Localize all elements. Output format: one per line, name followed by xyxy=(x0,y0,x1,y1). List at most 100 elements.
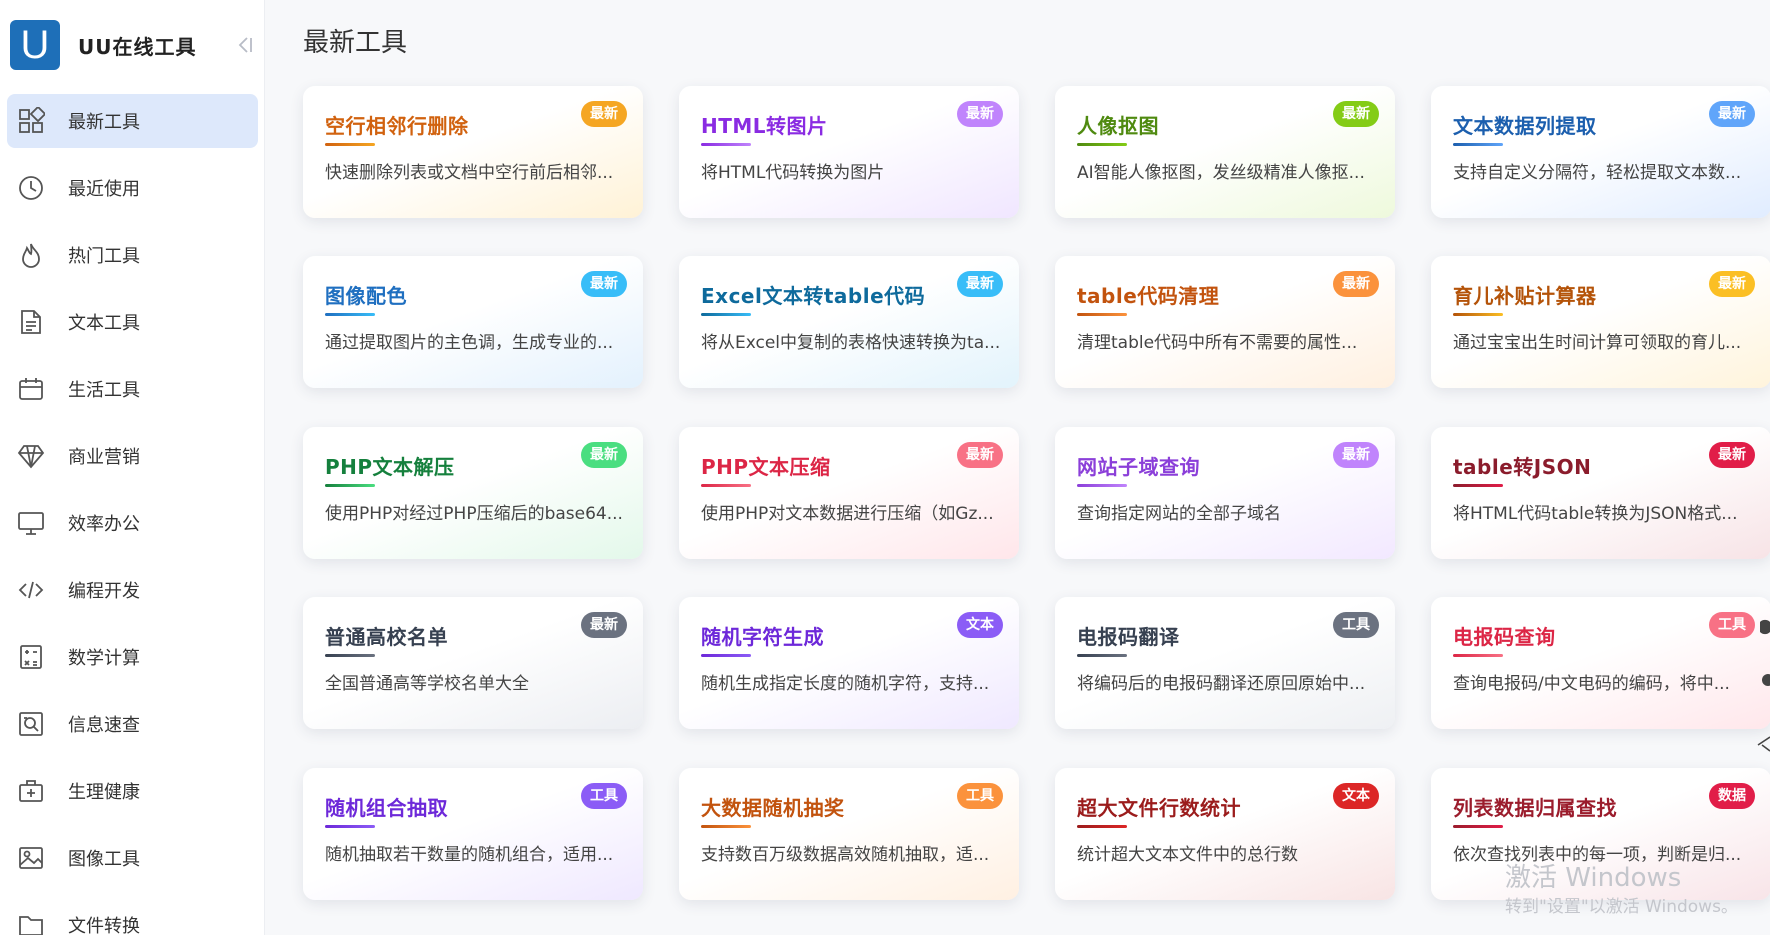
tool-card[interactable]: 随机字符生成 随机生成指定长度的随机字符，支持... 文本 xyxy=(679,597,1019,729)
tool-card-badge: 工具 xyxy=(1333,612,1379,638)
tool-card[interactable]: 文本数据列提取 支持自定义分隔符，轻松提取文本数... 最新 xyxy=(1431,86,1770,218)
tool-card-underline xyxy=(325,825,375,828)
sidebar-item-5[interactable]: 商业营销 xyxy=(7,429,258,483)
diamond-icon xyxy=(17,442,45,470)
tool-card-title: 育儿补贴计算器 xyxy=(1453,284,1597,308)
tool-card-title: 随机组合抽取 xyxy=(325,796,448,820)
sidebar-item-1[interactable]: 最近使用 xyxy=(7,161,258,215)
sidebar-item-label: 图像工具 xyxy=(68,849,140,870)
sidebar-item-8[interactable]: 数学计算 xyxy=(7,630,258,684)
tool-card-description: 支持数百万级数据高效随机抽取，适... xyxy=(701,845,990,865)
calculator-icon xyxy=(17,643,45,671)
tool-card-underline xyxy=(701,143,751,146)
tool-card-badge: 最新 xyxy=(1709,271,1755,297)
clock-icon xyxy=(17,174,45,202)
tool-card[interactable]: 大数据随机抽奖 支持数百万级数据高效随机抽取，适... 工具 xyxy=(679,768,1019,900)
tool-card-title: table转JSON xyxy=(1453,455,1592,479)
tool-card[interactable]: PHP文本压缩使用PHP对文本数据进行压缩（如Gz... 最新 xyxy=(679,427,1019,559)
tool-card[interactable]: 育儿补贴计算器通过宝宝出生时间计算可领取的育儿... 最新 xyxy=(1431,256,1770,388)
tool-card[interactable]: Excel文本转table代码 将从Excel中复制的表格快速转换为ta... 最新 xyxy=(679,256,1019,388)
tool-card[interactable]: HTML转图片 将HTML代码转换为图片 最新 xyxy=(679,86,1019,218)
tool-card-underline xyxy=(1077,654,1127,657)
user-icon[interactable] xyxy=(1752,672,1770,694)
tool-card-description: 查询指定网站的全部子域名 xyxy=(1077,504,1281,524)
tool-card-description: 通过宝宝出生时间计算可领取的育儿... xyxy=(1453,333,1742,353)
tool-card[interactable]: 空行相邻行删除 快速删除列表或文档中空行前后相邻... 最新 xyxy=(303,86,643,218)
tool-card[interactable]: 网站子域查询 查询指定网站的全部子域名 最新 xyxy=(1055,427,1395,559)
tool-card-badge: 工具 xyxy=(1709,612,1755,638)
sidebar-item-label: 信息速查 xyxy=(68,715,140,736)
sidebar-item-4[interactable]: 生活工具 xyxy=(7,362,258,416)
tool-card-description: 将HTML代码转换为图片 xyxy=(701,163,885,183)
tool-card-badge: 工具 xyxy=(957,783,1003,809)
tool-card-underline xyxy=(1453,484,1503,487)
tool-card-description: 将编码后的电报码翻译还原回原始中... xyxy=(1077,674,1366,694)
sidebar-item-3[interactable]: 文本工具 xyxy=(7,295,258,349)
tool-card-title: Excel文本转table代码 xyxy=(701,284,926,308)
tool-card-title: 文本数据列提取 xyxy=(1453,114,1597,138)
sidebar-item-2[interactable]: 热门工具 xyxy=(7,228,258,282)
app-name: UU在线工具 xyxy=(78,34,197,59)
tool-card-badge: 数据 xyxy=(1709,783,1755,809)
tool-card-badge: 最新 xyxy=(957,442,1003,468)
tool-card-title: 列表数据归属查找 xyxy=(1453,796,1617,820)
expand-icon[interactable] xyxy=(1752,733,1770,755)
tool-card-underline xyxy=(325,484,375,487)
tool-card-badge: 最新 xyxy=(581,612,627,638)
collapse-sidebar-icon[interactable] xyxy=(232,33,256,57)
tool-card[interactable]: 普通高校名单 全国普通高等学校名单大全 最新 xyxy=(303,597,643,729)
tool-card[interactable]: 人像抠图 AI智能人像抠图，发丝级精准人像抠... 最新 xyxy=(1055,86,1395,218)
fire-icon xyxy=(17,241,45,269)
tool-card-description: 使用PHP对经过PHP压缩后的base64... xyxy=(325,504,623,524)
sidebar-item-9[interactable]: 信息速查 xyxy=(7,697,258,751)
calendar-icon xyxy=(17,375,45,403)
tool-card-description: 快速删除列表或文档中空行前后相邻... xyxy=(325,163,614,183)
sidebar-item-6[interactable]: 效率办公 xyxy=(7,496,258,550)
tool-card-badge: 最新 xyxy=(1709,101,1755,127)
tool-card-underline xyxy=(1077,484,1127,487)
medical-kit-icon xyxy=(17,777,45,805)
tool-card-badge: 最新 xyxy=(581,101,627,127)
sidebar-item-0[interactable]: 最新工具 xyxy=(7,94,258,148)
tool-card-description: 通过提取图片的主色调，生成专业的... xyxy=(325,333,614,353)
tool-card-title: 电报码翻译 xyxy=(1077,625,1180,649)
tool-card-badge: 文本 xyxy=(1333,783,1379,809)
tool-card-underline xyxy=(1453,143,1503,146)
tool-card-description: 使用PHP对文本数据进行压缩（如Gz... xyxy=(701,504,994,524)
tool-card[interactable]: 超大文件行数统计 统计超大文本文件中的总行数 文本 xyxy=(1055,768,1395,900)
tool-card-description: 随机生成指定长度的随机字符，支持... xyxy=(701,674,990,694)
tool-card-underline xyxy=(325,654,375,657)
tool-card[interactable]: 图像配色通过提取图片的主色调，生成专业的... 最新 xyxy=(303,256,643,388)
code-icon xyxy=(17,576,45,604)
tool-card[interactable]: 电报码翻译将编码后的电报码翻译还原回原始中... 工具 xyxy=(1055,597,1395,729)
tool-card-underline xyxy=(1453,313,1503,316)
tool-card-underline xyxy=(701,654,751,657)
tool-card[interactable]: 电报码查询 查询电报码/中文电码的编码，将中... 工具 xyxy=(1431,597,1770,729)
tool-card-underline xyxy=(701,825,751,828)
tool-card-title: 网站子域查询 xyxy=(1077,455,1200,479)
monitor-icon xyxy=(17,509,45,537)
tool-card-underline xyxy=(1453,825,1503,828)
sidebar-item-label: 热门工具 xyxy=(68,246,140,267)
tool-card-badge: 最新 xyxy=(581,271,627,297)
tool-card[interactable]: 随机组合抽取 随机抽取若干数量的随机组合，适用... 工具 xyxy=(303,768,643,900)
tool-card-title: 图像配色 xyxy=(325,284,407,308)
tool-card-title: PHP文本解压 xyxy=(325,455,455,479)
tool-card[interactable]: table代码清理 清理table代码中所有不需要的属性... 最新 xyxy=(1055,256,1395,388)
sidebar-item-label: 最近使用 xyxy=(68,179,140,200)
sidebar-item-7[interactable]: 编程开发 xyxy=(7,563,258,617)
sidebar-item-12[interactable]: 文件转换 xyxy=(7,898,258,935)
sidebar-item-10[interactable]: 生理健康 xyxy=(7,764,258,818)
sidebar-item-label: 编程开发 xyxy=(68,581,140,602)
tool-card-title: PHP文本压缩 xyxy=(701,455,831,479)
tool-card-description: 将从Excel中复制的表格快速转换为ta... xyxy=(701,333,1001,353)
tool-card-underline xyxy=(701,313,751,316)
sidebar-item-label: 生理健康 xyxy=(68,782,140,803)
tool-card-title: 超大文件行数统计 xyxy=(1077,796,1241,820)
tool-card-title: 人像抠图 xyxy=(1077,114,1159,138)
tool-card[interactable]: PHP文本解压 使用PHP对经过PHP压缩后的base64... 最新 xyxy=(303,427,643,559)
chat-icon[interactable] xyxy=(1752,618,1770,640)
brand[interactable]: U UU在线工具 xyxy=(10,20,196,70)
sidebar-item-11[interactable]: 图像工具 xyxy=(7,831,258,885)
tool-card[interactable]: table转JSON 将HTML代码table转换为JSON格式... 最新 xyxy=(1431,427,1770,559)
